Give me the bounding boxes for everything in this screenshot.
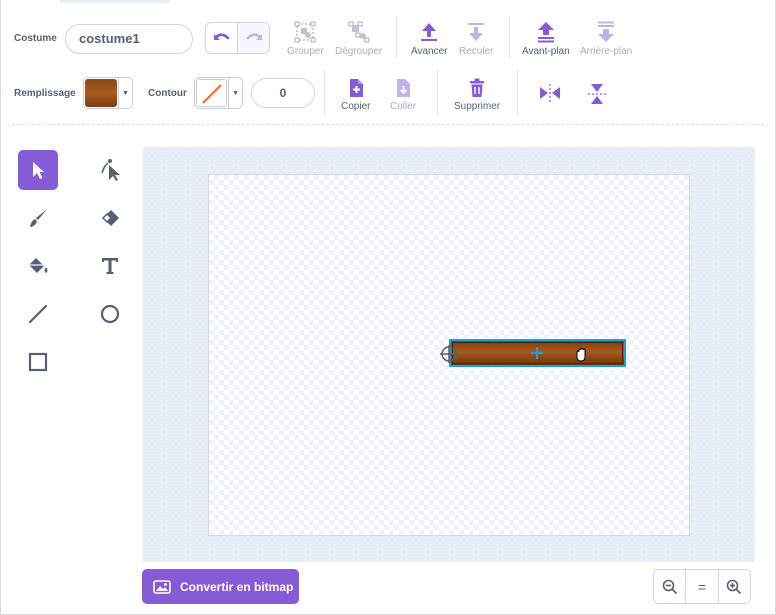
reshape-tool[interactable] — [90, 150, 130, 190]
no-color-icon — [202, 84, 222, 104]
flip-horizontal-button[interactable] — [539, 83, 561, 103]
send-backward-icon — [468, 23, 485, 41]
fill-color-swatch — [85, 79, 117, 107]
flip-vertical-button[interactable] — [587, 83, 607, 105]
ungroup-icon — [348, 21, 370, 43]
line-icon — [28, 304, 48, 324]
paste-label: Coller — [390, 101, 417, 112]
text-icon — [102, 258, 118, 274]
paste-button[interactable]: Coller — [390, 78, 416, 112]
circle-icon — [100, 304, 120, 324]
circle-tool[interactable] — [90, 294, 130, 334]
bring-to-front-icon — [537, 22, 554, 43]
rotate-handle-icon[interactable] — [438, 342, 462, 366]
chevron-down-icon: ▼ — [228, 78, 242, 108]
bring-forward-icon — [421, 23, 438, 41]
flip-horizontal-icon — [540, 84, 560, 102]
fill-color-picker[interactable]: ▼ — [83, 77, 133, 109]
back-button[interactable]: Arrière-plan — [580, 21, 632, 57]
backward-label: Reculer — [459, 46, 494, 57]
costume-name-input[interactable]: costume1 — [65, 24, 193, 54]
paint-bucket-icon — [29, 258, 48, 273]
tab-underline — [60, 0, 170, 3]
zoom-controls: = — [653, 569, 751, 604]
group-button[interactable]: Grouper — [287, 21, 324, 57]
toolbar-divider — [437, 70, 438, 116]
hand-cursor-icon — [576, 347, 586, 362]
arrow-select-icon — [33, 162, 44, 179]
redo-button[interactable] — [237, 23, 269, 53]
zoom-reset-button[interactable]: = — [685, 570, 717, 603]
ungroup-button[interactable]: Dégrouper — [335, 21, 382, 57]
no-color-swatch — [196, 79, 228, 107]
center-crosshair-icon — [531, 347, 543, 359]
copy-button[interactable]: Copier — [341, 78, 370, 112]
back-label: Arrière-plan — [580, 46, 633, 57]
undo-icon — [213, 33, 229, 40]
outline-label: Contour — [148, 88, 187, 99]
line-tool[interactable] — [18, 294, 58, 334]
backward-button[interactable]: Reculer — [459, 21, 493, 57]
delete-button[interactable]: Supprimer — [454, 78, 500, 112]
rectangle-tool[interactable] — [18, 342, 58, 382]
flip-vertical-icon — [588, 84, 606, 104]
group-label: Grouper — [287, 46, 324, 57]
paste-icon — [397, 79, 411, 97]
costume-label: Costume — [14, 33, 57, 44]
brush-icon — [30, 209, 47, 227]
toolbar-divider — [517, 70, 518, 116]
convert-to-bitmap-button[interactable]: Convertir en bitmap — [142, 569, 299, 604]
text-tool[interactable] — [90, 246, 130, 286]
front-button[interactable]: Avant-plan — [522, 21, 570, 57]
chevron-down-icon: ▼ — [118, 78, 132, 108]
zoom-in-icon — [727, 579, 742, 594]
group-icon — [294, 21, 316, 43]
undo-button[interactable] — [206, 23, 237, 53]
forward-button[interactable]: Avancer — [411, 21, 448, 57]
outline-width-input[interactable]: 0 — [251, 78, 315, 108]
copy-icon — [349, 79, 363, 97]
eraser-tool[interactable] — [90, 198, 130, 238]
trash-icon — [470, 78, 485, 97]
zoom-reset-label: = — [697, 578, 707, 595]
outline-color-picker[interactable]: ▼ — [194, 77, 243, 109]
toolbar-divider — [396, 16, 397, 58]
zoom-in-button[interactable] — [717, 570, 750, 603]
undo-redo-group — [205, 22, 270, 54]
select-tool[interactable] — [18, 150, 58, 190]
copy-label: Copier — [341, 101, 371, 112]
redo-icon — [246, 33, 262, 40]
toolbar-separator — [12, 124, 764, 125]
fill-label: Remplissage — [14, 88, 76, 99]
send-to-back-icon — [598, 21, 615, 42]
toolbar-divider — [324, 70, 325, 116]
front-label: Avant-plan — [522, 46, 570, 57]
zoom-out-button[interactable] — [654, 570, 685, 603]
forward-label: Avancer — [411, 46, 448, 57]
convert-to-bitmap-label: Convertir en bitmap — [180, 579, 294, 594]
image-icon — [153, 579, 171, 594]
eraser-icon — [101, 210, 119, 226]
zoom-out-icon — [662, 579, 677, 594]
toolbar-divider — [509, 16, 510, 58]
brush-tool[interactable] — [18, 198, 58, 238]
delete-label: Supprimer — [454, 101, 501, 112]
rectangle-icon — [28, 352, 48, 372]
fill-tool[interactable] — [18, 246, 58, 286]
reshape-icon — [101, 159, 120, 181]
ungroup-label: Dégrouper — [335, 46, 383, 57]
